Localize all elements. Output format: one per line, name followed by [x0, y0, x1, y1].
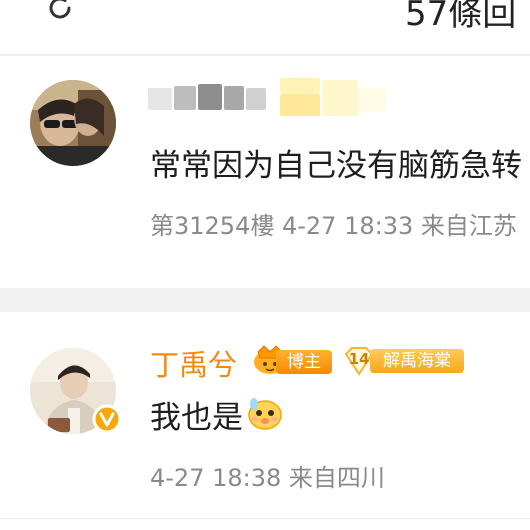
reply-count: 57條回 — [405, 0, 517, 34]
verified-v-icon — [92, 404, 122, 434]
top-bar: 57條回 — [0, 0, 530, 42]
refresh-icon[interactable] — [46, 0, 74, 22]
comment-item: 丁禹兮 博主 14 解禹海棠 我也是 4-27 18:38 来自四川 — [0, 312, 530, 530]
comment-item: 常常因为自己没有脑筋急转 第31254樓 4-27 18:33 来自江苏 — [0, 56, 530, 286]
fan-badge-level: 14 — [348, 350, 370, 368]
username[interactable]: 丁禹兮 — [150, 342, 237, 384]
row-divider — [0, 518, 530, 519]
comment-text: 常常因为自己没有脑筋急转 — [150, 148, 522, 184]
comment-meta: 4-27 18:38 来自四川 — [150, 464, 385, 492]
cute-face-emoji — [248, 398, 282, 430]
blogger-badge: 博主 — [250, 345, 334, 376]
comment-text: 我也是 — [150, 400, 243, 436]
comment-meta: 第31254樓 4-27 18:33 来自江苏 — [150, 212, 517, 240]
fan-badge-label: 解禹海棠 — [370, 349, 464, 373]
fan-badge: 14 解禹海棠 — [342, 346, 466, 376]
avatar[interactable] — [30, 80, 116, 166]
section-separator — [0, 288, 530, 312]
blogger-badge-label: 博主 — [276, 350, 332, 374]
obscured-username — [148, 78, 388, 120]
